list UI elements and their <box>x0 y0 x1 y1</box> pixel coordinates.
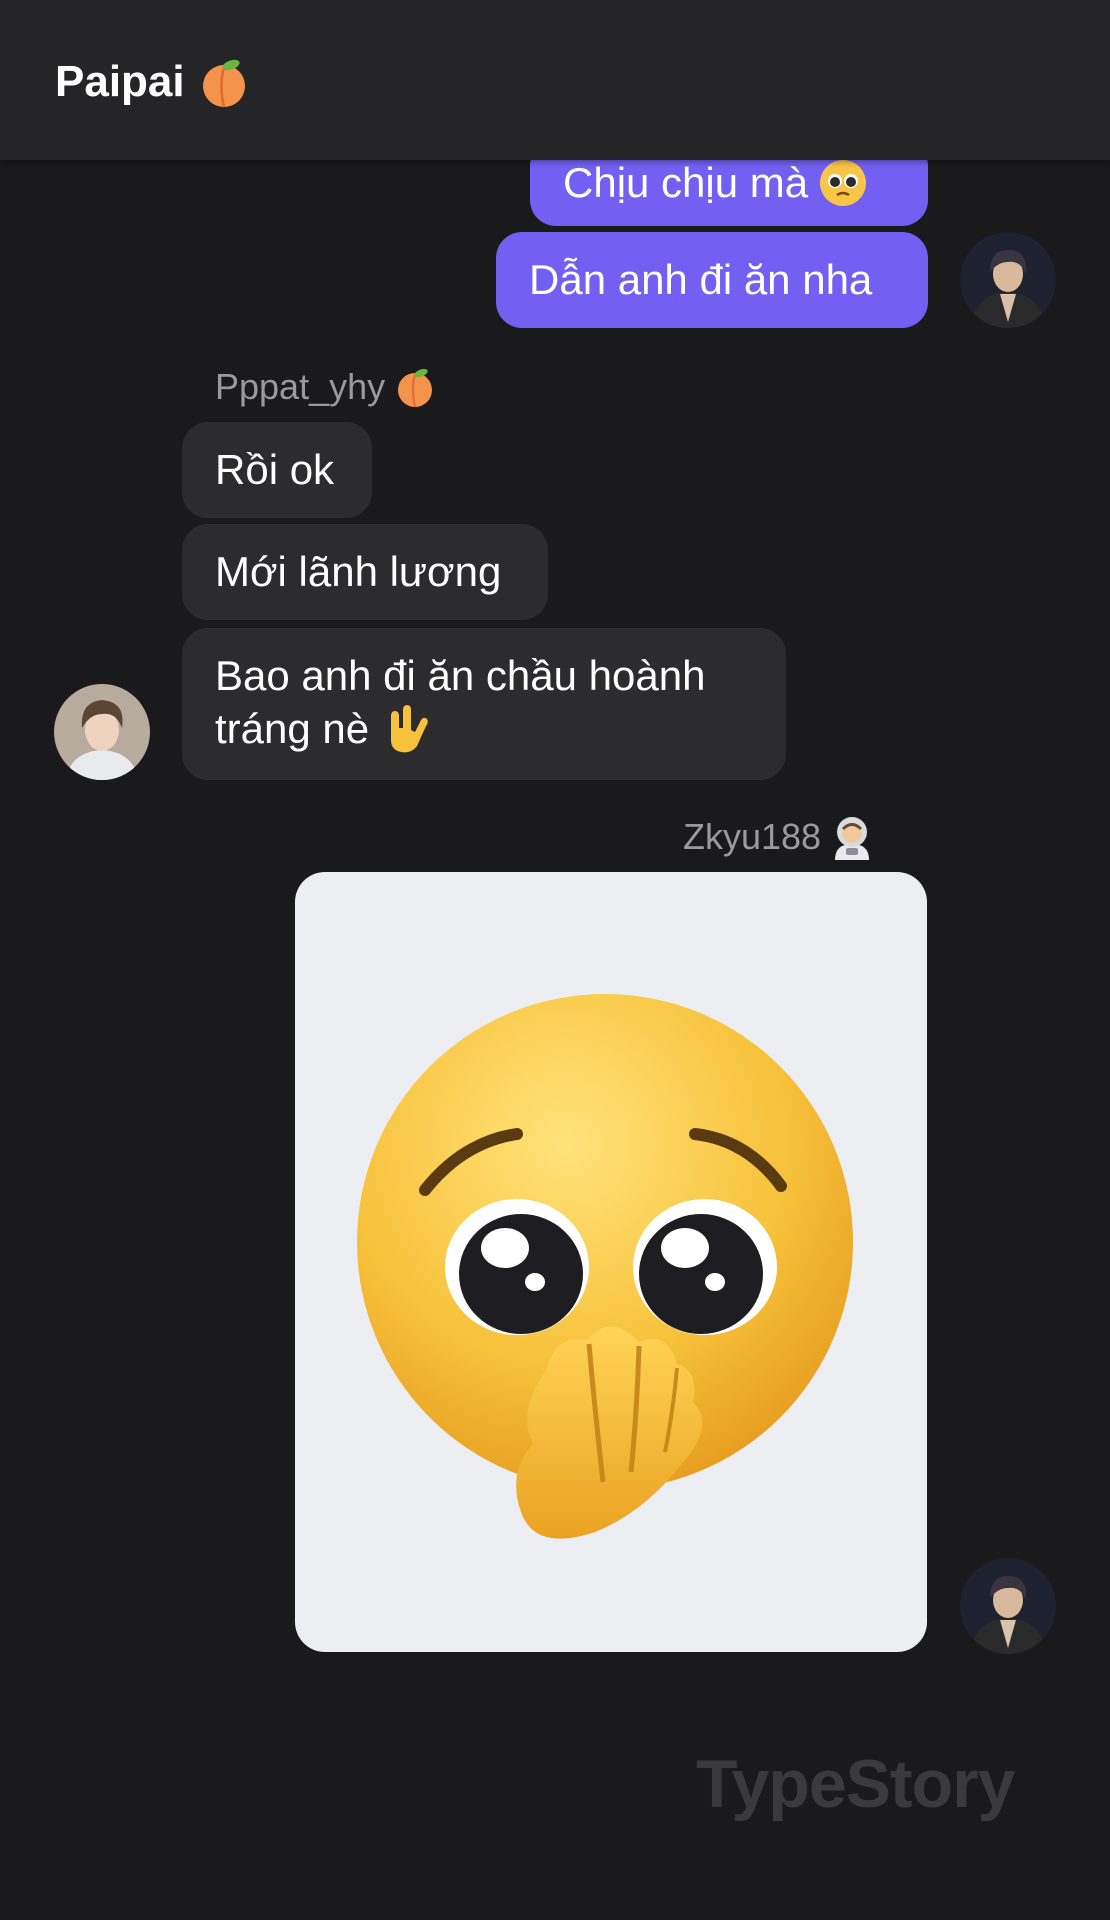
message-text-line: Bao anh đi ăn chầu hoành <box>215 652 706 699</box>
sender-name-text: Pppat_yhy <box>215 366 386 407</box>
pleading-face-icon <box>820 160 867 206</box>
outgoing-message-bubble[interactable]: Dẫn anh đi ăn nha <box>496 232 928 328</box>
avatar-image <box>960 1558 1056 1654</box>
pleading-face-with-hand-icon <box>357 994 853 1539</box>
avatar[interactable] <box>54 684 150 780</box>
message-text: Rồi ok <box>215 446 335 493</box>
message-text-line-wrapper: tráng nè <box>215 702 753 756</box>
astronaut-icon <box>835 817 870 860</box>
avatar-image <box>54 684 150 780</box>
message-text: Chịu chịu mà <box>563 159 809 206</box>
incoming-message-bubble[interactable]: Rồi ok <box>182 422 372 518</box>
avatar[interactable] <box>960 1558 1056 1654</box>
incoming-message-bubble[interactable]: Mới lãnh lương <box>182 524 548 620</box>
sender-name: Pppat_yhy <box>215 365 437 409</box>
sender-name-text: Zkyu188 <box>683 816 822 857</box>
love-you-gesture-icon <box>391 705 428 753</box>
page-title[interactable]: Paipai <box>55 52 251 112</box>
avatar-image <box>960 232 1056 328</box>
chat-title: Paipai <box>55 57 185 106</box>
peach-icon <box>398 368 433 408</box>
message-text: Dẫn anh đi ăn nha <box>529 256 873 303</box>
message-text-line: tráng nè <box>215 705 370 752</box>
avatar[interactable] <box>960 232 1056 328</box>
image-message[interactable] <box>295 872 927 1652</box>
message-text: Mới lãnh lương <box>215 548 502 595</box>
chat-header: Paipai <box>0 0 1110 160</box>
watermark: TypeStory <box>696 1746 1015 1822</box>
chat-area: Chịu chịu mà Dẫn anh đi ăn nha Pppat_yhy <box>0 0 1110 1920</box>
peach-icon <box>202 59 245 108</box>
sender-name: Zkyu188 <box>683 814 875 860</box>
incoming-message-bubble[interactable]: Bao anh đi ăn chầu hoành tráng nè <box>182 628 786 780</box>
